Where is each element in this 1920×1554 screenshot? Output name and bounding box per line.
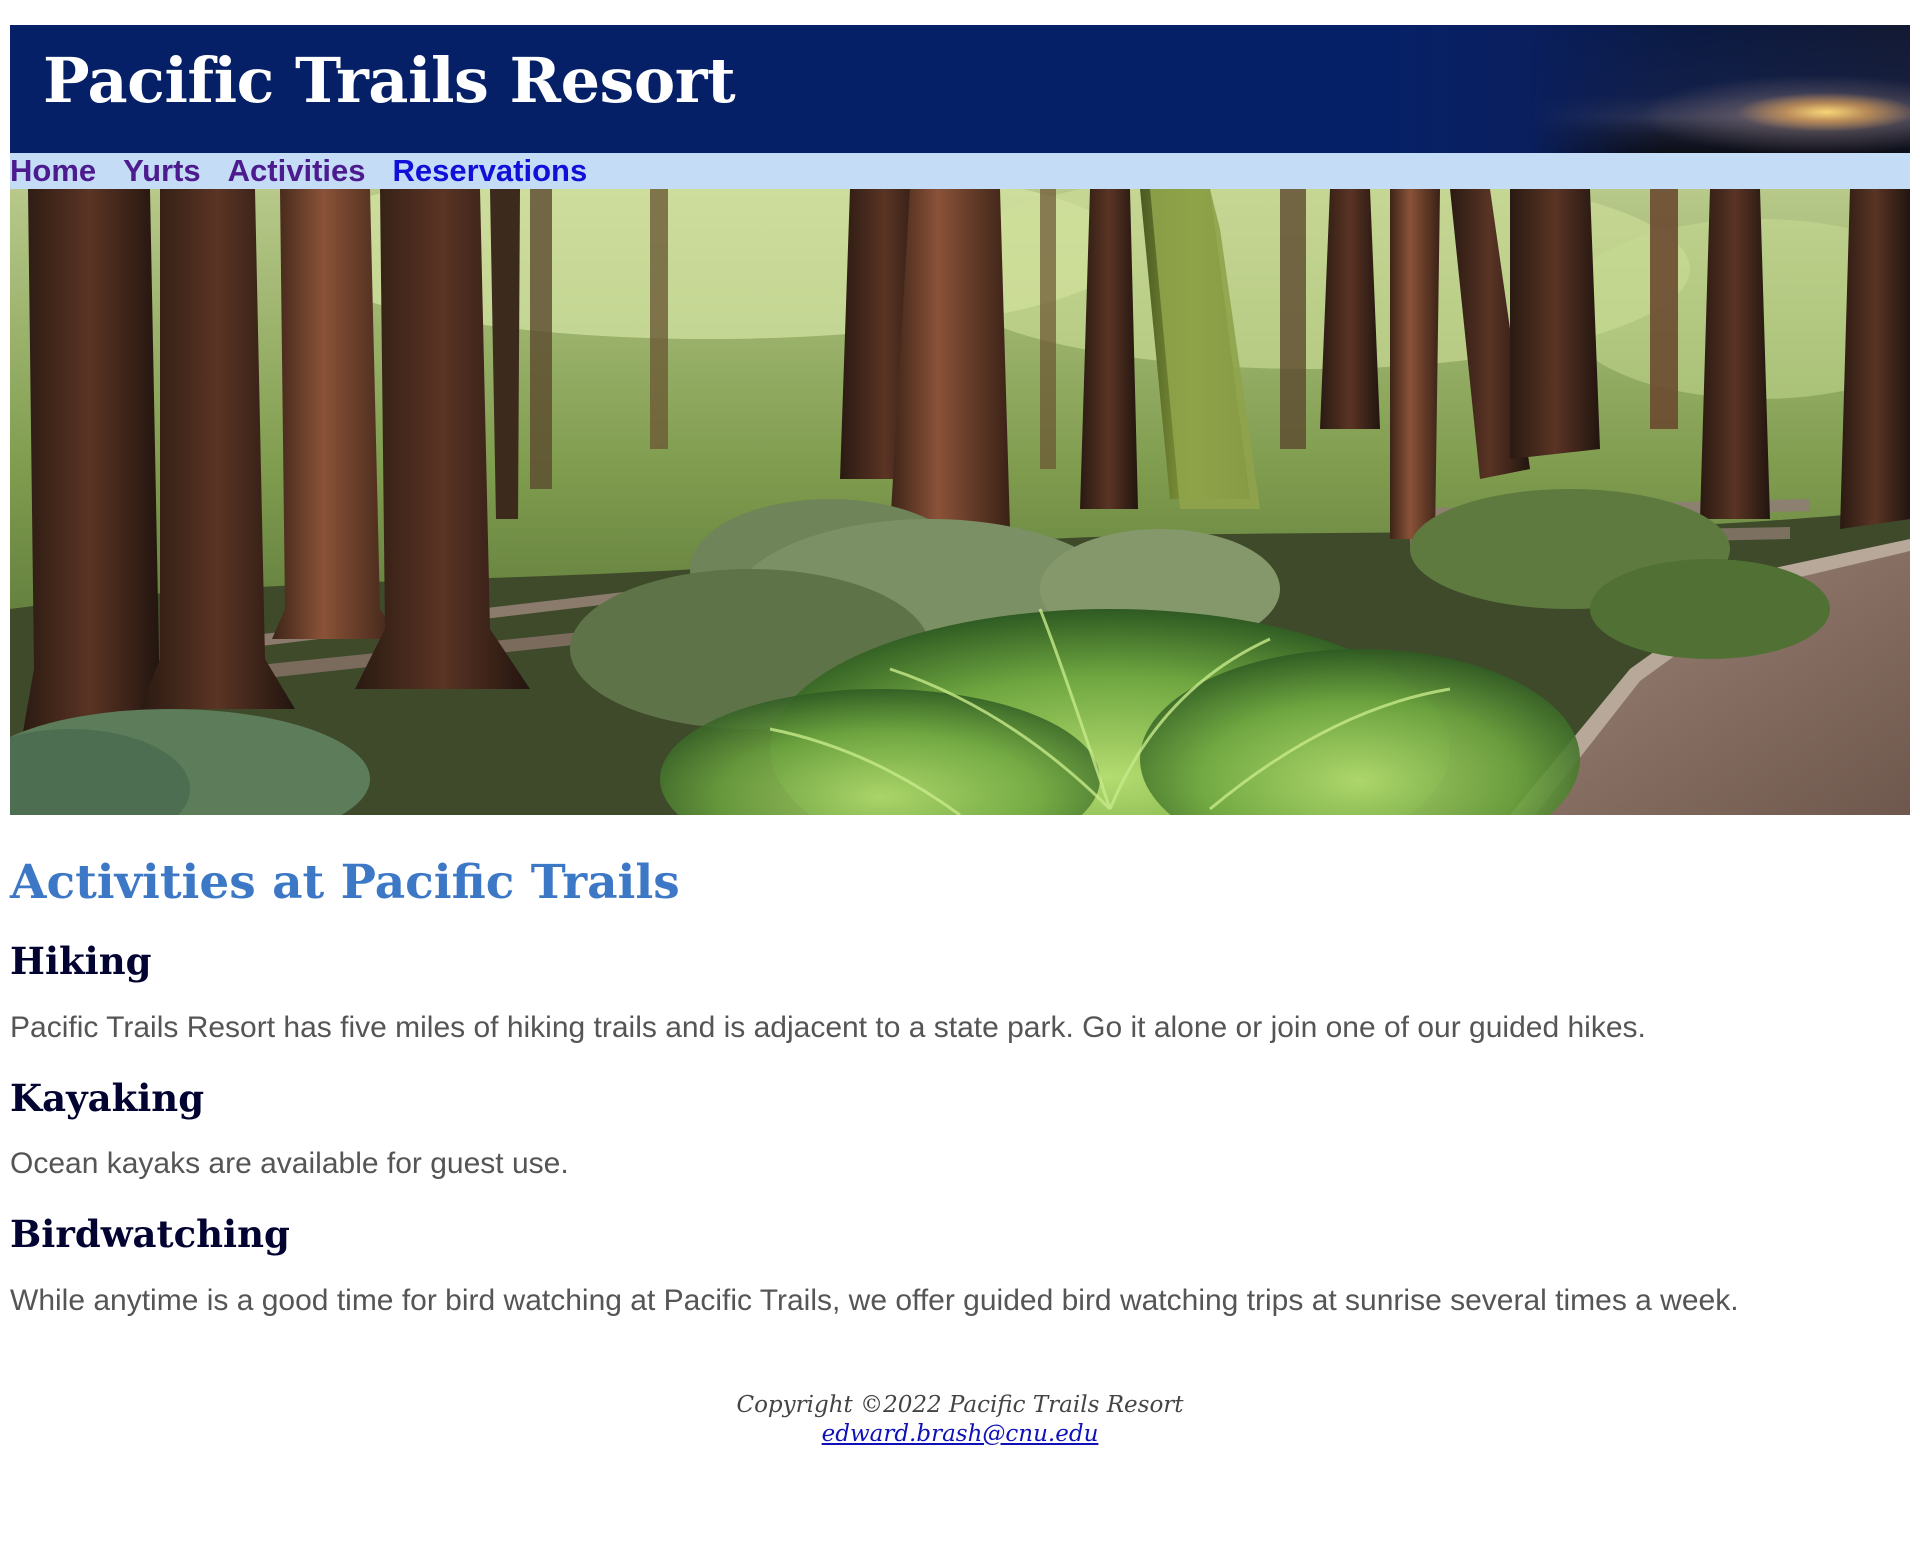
main-nav: Home Yurts Activities Reservations xyxy=(10,153,1910,189)
footer-email-link[interactable]: edward.brash@cnu.edu xyxy=(822,1421,1099,1447)
page-heading: Activities at Pacific Trails xyxy=(10,855,680,910)
copyright-text: Copyright ©2022 Pacific Trails Resort xyxy=(736,1391,1184,1418)
section-heading-kayaking: Kayaking xyxy=(10,1075,205,1120)
nav-link-reservations[interactable]: Reservations xyxy=(393,153,588,189)
section-text-birdwatching: While anytime is a good time for bird wa… xyxy=(10,1283,1739,1317)
nav-link-home[interactable]: Home xyxy=(10,153,96,189)
site-footer: Copyright ©2022 Pacific Trails Resort ed… xyxy=(10,1391,1910,1449)
section-heading-birdwatching: Birdwatching xyxy=(10,1212,290,1257)
nav-link-activities[interactable]: Activities xyxy=(228,153,366,189)
page-wrapper: Pacific Trails Resort Home Yurts Activit… xyxy=(10,25,1910,1449)
site-header: Pacific Trails Resort xyxy=(10,25,1910,153)
section-heading-hiking: Hiking xyxy=(10,939,152,984)
section-text-kayaking: Ocean kayaks are available for guest use… xyxy=(10,1147,569,1181)
hero-forest-image xyxy=(10,189,1910,815)
nav-link-yurts[interactable]: Yurts xyxy=(123,153,201,189)
section-text-hiking: Pacific Trails Resort has five miles of … xyxy=(10,1010,1646,1044)
site-title: Pacific Trails Resort xyxy=(43,44,736,117)
header-sunrise-image xyxy=(1530,25,1910,153)
forest-illustration xyxy=(10,189,1910,815)
main-content: Activities at Pacific Trails Hiking Paci… xyxy=(10,815,1910,1319)
